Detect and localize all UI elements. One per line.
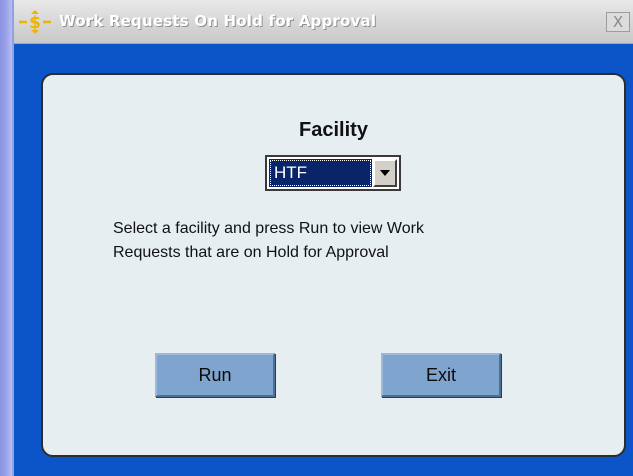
instructions-text: Select a facility and press Run to view … <box>113 217 583 265</box>
window-title: Work Requests On Hold for Approval <box>59 12 377 30</box>
close-button[interactable]: X <box>606 12 630 32</box>
chevron-down-icon <box>380 170 390 176</box>
facility-select[interactable]: HTF <box>265 155 401 191</box>
close-icon: X <box>612 13 624 31</box>
title-bar[interactable]: $ Work Requests On Hold for Approval X <box>14 0 633 44</box>
dialog-window: $ Work Requests On Hold for Approval X F… <box>13 0 633 476</box>
dropdown-button[interactable] <box>373 159 397 187</box>
facility-select-value[interactable]: HTF <box>269 159 372 187</box>
run-button[interactable]: Run <box>155 353 275 397</box>
instructions-line-1: Select a facility and press Run to view … <box>113 220 424 237</box>
instructions-line-2: Requests that are on Hold for Approval <box>113 244 389 261</box>
facility-label: Facility <box>299 119 368 141</box>
dollar-arrows-icon: $ <box>19 10 51 34</box>
exit-button[interactable]: Exit <box>381 353 501 397</box>
form-panel: Facility HTF Select a facility and press… <box>41 73 626 457</box>
